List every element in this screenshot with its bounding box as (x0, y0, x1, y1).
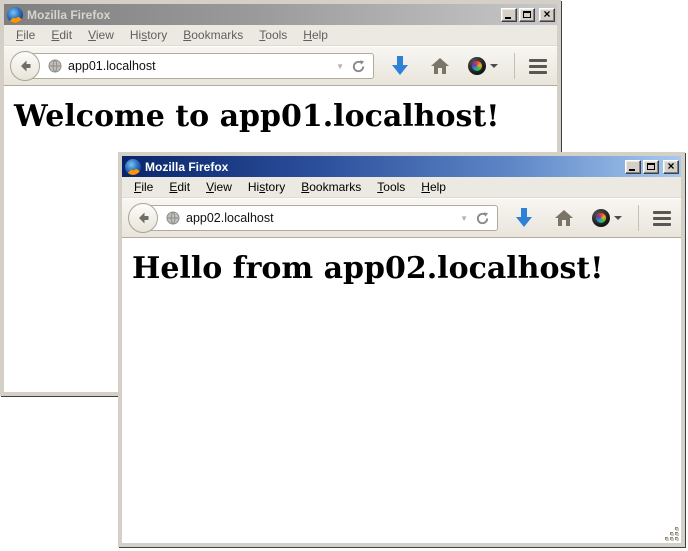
back-button[interactable] (128, 203, 158, 233)
back-arrow-icon (17, 58, 33, 74)
download-button[interactable] (514, 207, 534, 229)
urlbar-dropdown-icon[interactable]: ▼ (456, 214, 472, 223)
menu-help[interactable]: Help (295, 26, 336, 44)
page-content: Hello from app02.localhost! (122, 238, 681, 543)
menu-bookmarks[interactable]: Bookmarks (293, 178, 369, 196)
colorwheel-extension-button[interactable] (468, 57, 498, 75)
globe-icon (166, 211, 180, 225)
urlbar-dropdown-icon[interactable]: ▼ (332, 62, 348, 71)
browser-window-app02: Mozilla Firefox × FileEditViewHistoryBoo… (118, 152, 685, 547)
maximize-button[interactable] (519, 8, 535, 22)
desktop: Mozilla Firefox × FileEditViewHistoryBoo… (0, 0, 688, 551)
menu-history[interactable]: History (240, 178, 293, 196)
reload-icon (475, 211, 490, 226)
firefox-logo-icon (125, 159, 141, 175)
resize-grip[interactable] (666, 528, 680, 542)
menu-edit[interactable]: Edit (161, 178, 198, 196)
colorwheel-icon (592, 209, 610, 227)
close-button[interactable]: × (539, 8, 555, 22)
menu-bar: FileEditViewHistoryBookmarksToolsHelp (4, 25, 557, 46)
reload-icon (351, 59, 366, 74)
globe-icon (48, 59, 62, 73)
url-value: app01.localhost (68, 59, 332, 73)
menu-bar: FileEditViewHistoryBookmarksToolsHelp (122, 177, 681, 198)
menu-file[interactable]: File (126, 178, 161, 196)
page-heading: Welcome to app01.localhost! (14, 99, 557, 134)
window-title: Mozilla Firefox (145, 160, 625, 174)
menu-hamburger-button[interactable] (653, 211, 671, 226)
title-bar[interactable]: Mozilla Firefox × (122, 156, 681, 177)
minimize-button[interactable] (625, 160, 641, 174)
minimize-icon (505, 17, 511, 19)
menu-file[interactable]: File (8, 26, 43, 44)
reload-button[interactable] (348, 59, 369, 74)
toolbar-separator (514, 53, 515, 79)
chevron-down-icon (614, 216, 622, 220)
menu-help[interactable]: Help (413, 178, 454, 196)
close-icon: × (667, 160, 674, 172)
firefox-logo-icon (7, 7, 23, 23)
minimize-icon (629, 169, 635, 171)
title-bar[interactable]: Mozilla Firefox × (4, 4, 557, 25)
menu-hamburger-button[interactable] (529, 59, 547, 74)
colorwheel-icon (468, 57, 486, 75)
window-controls: × (625, 160, 679, 174)
home-icon (554, 209, 574, 227)
home-button[interactable] (430, 57, 450, 75)
back-arrow-icon (135, 210, 151, 226)
menu-view[interactable]: View (198, 178, 240, 196)
minimize-button[interactable] (501, 8, 517, 22)
menu-tools[interactable]: Tools (369, 178, 413, 196)
menu-bookmarks[interactable]: Bookmarks (175, 26, 251, 44)
home-button[interactable] (554, 209, 574, 227)
back-button[interactable] (10, 51, 40, 81)
hamburger-icon (653, 211, 671, 226)
reload-button[interactable] (472, 211, 493, 226)
menu-view[interactable]: View (80, 26, 122, 44)
download-arrow-icon (514, 207, 534, 229)
page-heading: Hello from app02.localhost! (132, 251, 681, 286)
download-button[interactable] (390, 55, 410, 77)
maximize-icon (647, 163, 655, 170)
menu-edit[interactable]: Edit (43, 26, 80, 44)
navigation-toolbar: app01.localhost ▼ (4, 46, 557, 86)
home-icon (430, 57, 450, 75)
url-bar[interactable]: app02.localhost ▼ (143, 205, 498, 231)
window-controls: × (501, 8, 555, 22)
close-button[interactable]: × (663, 160, 679, 174)
hamburger-icon (529, 59, 547, 74)
close-icon: × (543, 8, 550, 20)
toolbar-separator (638, 205, 639, 231)
url-value: app02.localhost (186, 211, 456, 225)
colorwheel-extension-button[interactable] (592, 209, 622, 227)
chevron-down-icon (490, 64, 498, 68)
download-arrow-icon (390, 55, 410, 77)
maximize-icon (523, 11, 531, 18)
menu-history[interactable]: History (122, 26, 175, 44)
url-bar[interactable]: app01.localhost ▼ (25, 53, 374, 79)
window-title: Mozilla Firefox (27, 8, 501, 22)
maximize-button[interactable] (643, 160, 659, 174)
menu-tools[interactable]: Tools (251, 26, 295, 44)
navigation-toolbar: app02.localhost ▼ (122, 198, 681, 238)
